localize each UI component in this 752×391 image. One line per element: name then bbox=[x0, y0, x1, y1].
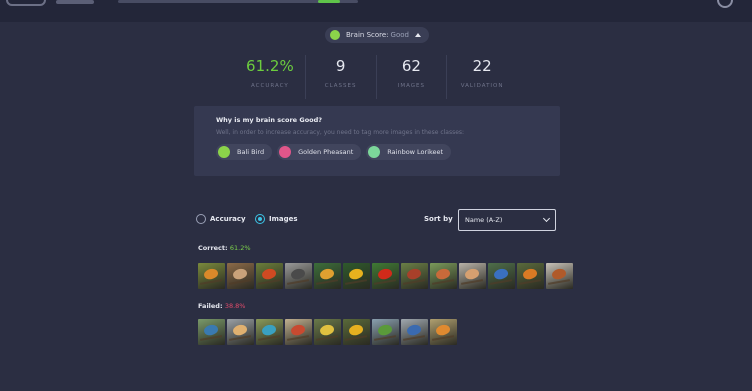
failed-bird-image-thumbnail[interactable] bbox=[372, 319, 399, 345]
stat-validation: 22 VALIDATION bbox=[447, 55, 517, 99]
stat-value: 9 bbox=[335, 57, 346, 75]
logo-icon[interactable] bbox=[6, 0, 46, 6]
explanation-subtitle: Well, in order to increase accuracy, you… bbox=[216, 129, 465, 136]
sort-select[interactable]: Name (A-Z) bbox=[458, 209, 556, 231]
correct-bird-image-thumbnail[interactable] bbox=[198, 263, 225, 289]
brain-score-explanation: Why is my brain score Good? Well, in ord… bbox=[194, 106, 560, 176]
class-color-dot-icon bbox=[218, 146, 230, 158]
stat-value: 22 bbox=[472, 57, 492, 75]
stats-summary: 61.2% ACCURACY 9 CLASSES 62 IMAGES 22 VA… bbox=[235, 55, 517, 99]
correct-label: Correct: 61.2% bbox=[198, 244, 251, 252]
failed-bird-image-thumbnail[interactable] bbox=[285, 319, 312, 345]
correct-bird-image-thumbnail[interactable] bbox=[285, 263, 312, 289]
stat-classes: 9 CLASSES bbox=[306, 55, 377, 99]
caret-up-icon bbox=[414, 33, 421, 37]
failed-bird-image-thumbnail[interactable] bbox=[343, 319, 370, 345]
stat-accuracy: 61.2% ACCURACY bbox=[235, 55, 306, 99]
brain-score-dropdown[interactable]: Brain Score: Good bbox=[325, 27, 429, 43]
correct-bird-image-thumbnail[interactable] bbox=[488, 263, 515, 289]
sort-select-value: Name (A-Z) bbox=[465, 216, 503, 224]
failed-bird-image-thumbnail[interactable] bbox=[314, 319, 341, 345]
stat-value: 61.2% bbox=[246, 57, 294, 75]
class-chip-label: Rainbow Lorikeet bbox=[387, 148, 444, 156]
class-color-dot-icon bbox=[368, 146, 381, 158]
score-label: Brain Score: bbox=[346, 31, 389, 39]
failed-label-text: Failed: bbox=[198, 302, 223, 310]
failed-bird-image-thumbnail[interactable] bbox=[227, 319, 254, 345]
failed-bird-image-thumbnail[interactable] bbox=[401, 319, 428, 345]
failed-label: Failed: 38.8% bbox=[198, 302, 245, 310]
correct-bird-image-thumbnail[interactable] bbox=[343, 263, 370, 289]
correct-bird-image-thumbnail[interactable] bbox=[546, 263, 573, 289]
stat-label: CLASSES bbox=[324, 83, 357, 89]
radio-images[interactable]: Images bbox=[255, 214, 298, 224]
stat-images: 62 IMAGES bbox=[377, 55, 448, 99]
radio-accuracy[interactable]: Accuracy bbox=[196, 214, 246, 224]
correct-bird-image-thumbnail[interactable] bbox=[314, 263, 341, 289]
radio-on-icon bbox=[255, 214, 265, 224]
logo-wordmark bbox=[56, 0, 94, 4]
class-color-dot-icon bbox=[279, 146, 292, 158]
stat-label: IMAGES bbox=[397, 83, 425, 89]
class-chip-list: Bali Bird Golden Pheasant Rainbow Lorike… bbox=[216, 144, 560, 160]
correct-bird-image-thumbnail[interactable] bbox=[227, 263, 254, 289]
stat-label: ACCURACY bbox=[251, 83, 289, 89]
correct-label-text: Correct: bbox=[198, 244, 228, 252]
filter-bar: Accuracy Images Sort by Name (A-Z) bbox=[196, 209, 558, 231]
failed-bird-image-thumbnail[interactable] bbox=[256, 319, 283, 345]
nav-active-indicator bbox=[318, 0, 340, 3]
user-avatar-icon[interactable] bbox=[717, 0, 733, 8]
top-nav-bar bbox=[0, 0, 752, 22]
class-chip-bali-bird[interactable]: Bali Bird bbox=[216, 144, 273, 160]
correct-bird-image-thumbnail[interactable] bbox=[459, 263, 486, 289]
correct-bird-image-thumbnail[interactable] bbox=[401, 263, 428, 289]
stat-label: VALIDATION bbox=[460, 83, 504, 89]
correct-bird-image-thumbnail[interactable] bbox=[517, 263, 544, 289]
score-status-dot-icon bbox=[330, 30, 340, 40]
failed-image-grid bbox=[198, 319, 459, 345]
class-chip-rainbow-lorikeet[interactable]: Rainbow Lorikeet bbox=[366, 144, 452, 160]
chevron-down-icon bbox=[542, 214, 551, 223]
stat-value: 62 bbox=[401, 57, 421, 75]
failed-bird-image-thumbnail[interactable] bbox=[198, 319, 225, 345]
class-chip-golden-pheasant[interactable]: Golden Pheasant bbox=[277, 144, 362, 160]
failed-bird-image-thumbnail[interactable] bbox=[430, 319, 457, 345]
class-chip-label: Golden Pheasant bbox=[298, 148, 354, 156]
sort-by-label: Sort by bbox=[424, 215, 453, 223]
correct-percentage: 61.2% bbox=[229, 244, 251, 252]
radio-off-icon bbox=[196, 214, 206, 224]
radio-label: Accuracy bbox=[210, 215, 246, 223]
explanation-title: Why is my brain score Good? bbox=[216, 116, 323, 124]
class-chip-label: Bali Bird bbox=[237, 148, 265, 156]
correct-bird-image-thumbnail[interactable] bbox=[372, 263, 399, 289]
correct-bird-image-thumbnail[interactable] bbox=[256, 263, 283, 289]
radio-label: Images bbox=[269, 215, 298, 223]
correct-image-grid bbox=[198, 263, 575, 289]
score-value: Good bbox=[390, 31, 409, 39]
correct-bird-image-thumbnail[interactable] bbox=[430, 263, 457, 289]
failed-percentage: 38.8% bbox=[224, 302, 246, 310]
